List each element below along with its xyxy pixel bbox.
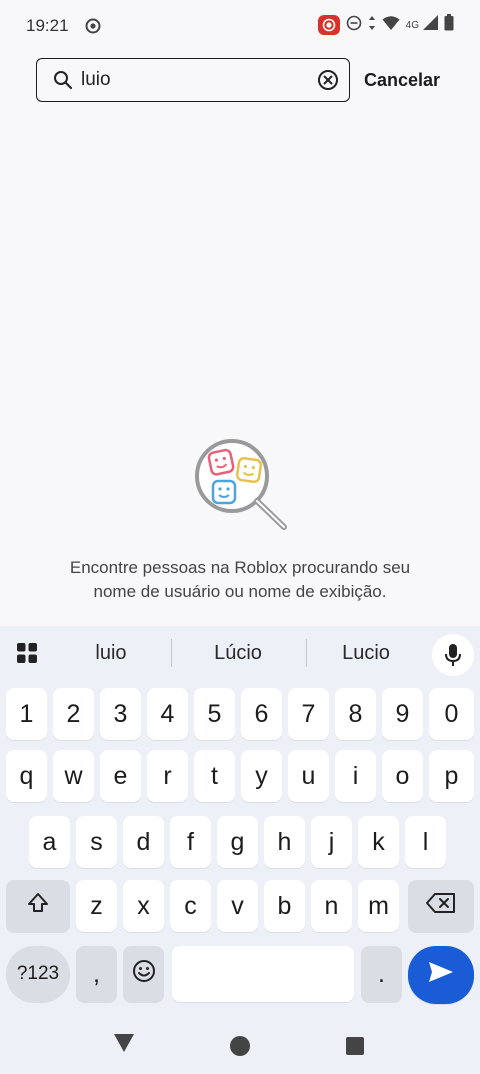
search-input[interactable] <box>81 68 301 92</box>
key-2[interactable]: 2 <box>53 688 94 740</box>
key-g[interactable]: g <box>217 816 258 868</box>
key-a[interactable]: a <box>29 816 70 868</box>
shift-icon <box>26 891 50 922</box>
suggestion-2[interactable]: Lúcio <box>178 642 298 665</box>
key-k[interactable]: k <box>358 816 399 868</box>
key-b[interactable]: b <box>264 880 305 932</box>
keyboard: luio Lúcio Lucio 1 2 3 4 5 6 7 8 9 0 q w… <box>0 626 480 1008</box>
key-9[interactable]: 9 <box>382 688 423 740</box>
recents-nav-icon[interactable] <box>346 1037 364 1060</box>
backspace-key[interactable] <box>408 880 474 932</box>
key-7[interactable]: 7 <box>288 688 329 740</box>
key-x[interactable]: x <box>123 880 164 932</box>
symbols-key[interactable]: ?123 <box>6 946 70 1002</box>
key-f[interactable]: f <box>170 816 211 868</box>
key-s[interactable]: s <box>76 816 117 868</box>
key-i[interactable]: i <box>335 750 376 802</box>
key-w[interactable]: w <box>53 750 94 802</box>
key-e[interactable]: e <box>100 750 141 802</box>
do-not-disturb-icon <box>346 15 362 36</box>
key-m[interactable]: m <box>358 880 399 932</box>
data-arrows-icon <box>368 15 376 36</box>
key-8[interactable]: 8 <box>335 688 376 740</box>
navigation-bar <box>0 1008 480 1074</box>
empty-state-line-1: Encontre pessoas na Roblox procurando se… <box>69 558 411 577</box>
key-l[interactable]: l <box>405 816 446 868</box>
wifi-icon <box>382 15 400 36</box>
key-3[interactable]: 3 <box>100 688 141 740</box>
network-type: 4G <box>405 19 419 31</box>
keyboard-apps-icon[interactable] <box>16 642 38 669</box>
key-6[interactable]: 6 <box>241 688 282 740</box>
signal-icon <box>423 15 438 35</box>
status-time: 19:21 <box>26 16 69 35</box>
battery-icon <box>444 14 454 36</box>
key-q[interactable]: q <box>6 750 47 802</box>
key-4[interactable]: 4 <box>147 688 188 740</box>
back-nav-icon[interactable] <box>114 1034 134 1057</box>
screen-record-icon <box>317 15 340 35</box>
send-key[interactable] <box>408 946 474 1004</box>
key-h[interactable]: h <box>264 816 305 868</box>
key-0[interactable]: 0 <box>429 688 474 740</box>
backspace-icon <box>425 891 457 922</box>
key-d[interactable]: d <box>123 816 164 868</box>
key-j[interactable]: j <box>311 816 352 868</box>
suggestion-3[interactable]: Lucio <box>306 642 426 665</box>
emoji-icon <box>132 959 156 990</box>
key-y[interactable]: y <box>241 750 282 802</box>
key-v[interactable]: v <box>217 880 258 932</box>
comma-key[interactable]: , <box>76 946 117 1002</box>
space-key[interactable] <box>172 946 354 1002</box>
shift-key[interactable] <box>6 880 70 932</box>
key-c[interactable]: c <box>170 880 211 932</box>
location-icon <box>84 17 102 40</box>
suggestion-bar: luio Lúcio Lucio <box>0 626 480 682</box>
send-icon <box>427 960 455 991</box>
key-u[interactable]: u <box>288 750 329 802</box>
key-n[interactable]: n <box>311 880 352 932</box>
search-box[interactable] <box>36 58 350 102</box>
key-5[interactable]: 5 <box>194 688 235 740</box>
empty-state-line-2: nome de usuário ou nome de exibição. <box>93 582 387 601</box>
key-z[interactable]: z <box>76 880 117 932</box>
status-bar: 19:21 4G <box>0 0 480 52</box>
people-search-illustration <box>190 436 290 541</box>
clear-search-icon[interactable] <box>317 69 339 96</box>
empty-state-message: Encontre pessoas na Roblox procurando se… <box>20 556 460 604</box>
suggestion-1[interactable]: luio <box>51 642 171 665</box>
home-nav-icon[interactable] <box>230 1036 250 1061</box>
key-t[interactable]: t <box>194 750 235 802</box>
key-1[interactable]: 1 <box>6 688 47 740</box>
key-p[interactable]: p <box>429 750 474 802</box>
emoji-key[interactable] <box>123 946 164 1002</box>
search-icon <box>53 70 73 95</box>
cancel-button[interactable]: Cancelar <box>364 70 440 91</box>
key-o[interactable]: o <box>382 750 423 802</box>
suggestion-divider <box>171 639 172 667</box>
key-r[interactable]: r <box>147 750 188 802</box>
microphone-icon[interactable] <box>432 634 474 676</box>
period-key[interactable]: . <box>361 946 402 1002</box>
